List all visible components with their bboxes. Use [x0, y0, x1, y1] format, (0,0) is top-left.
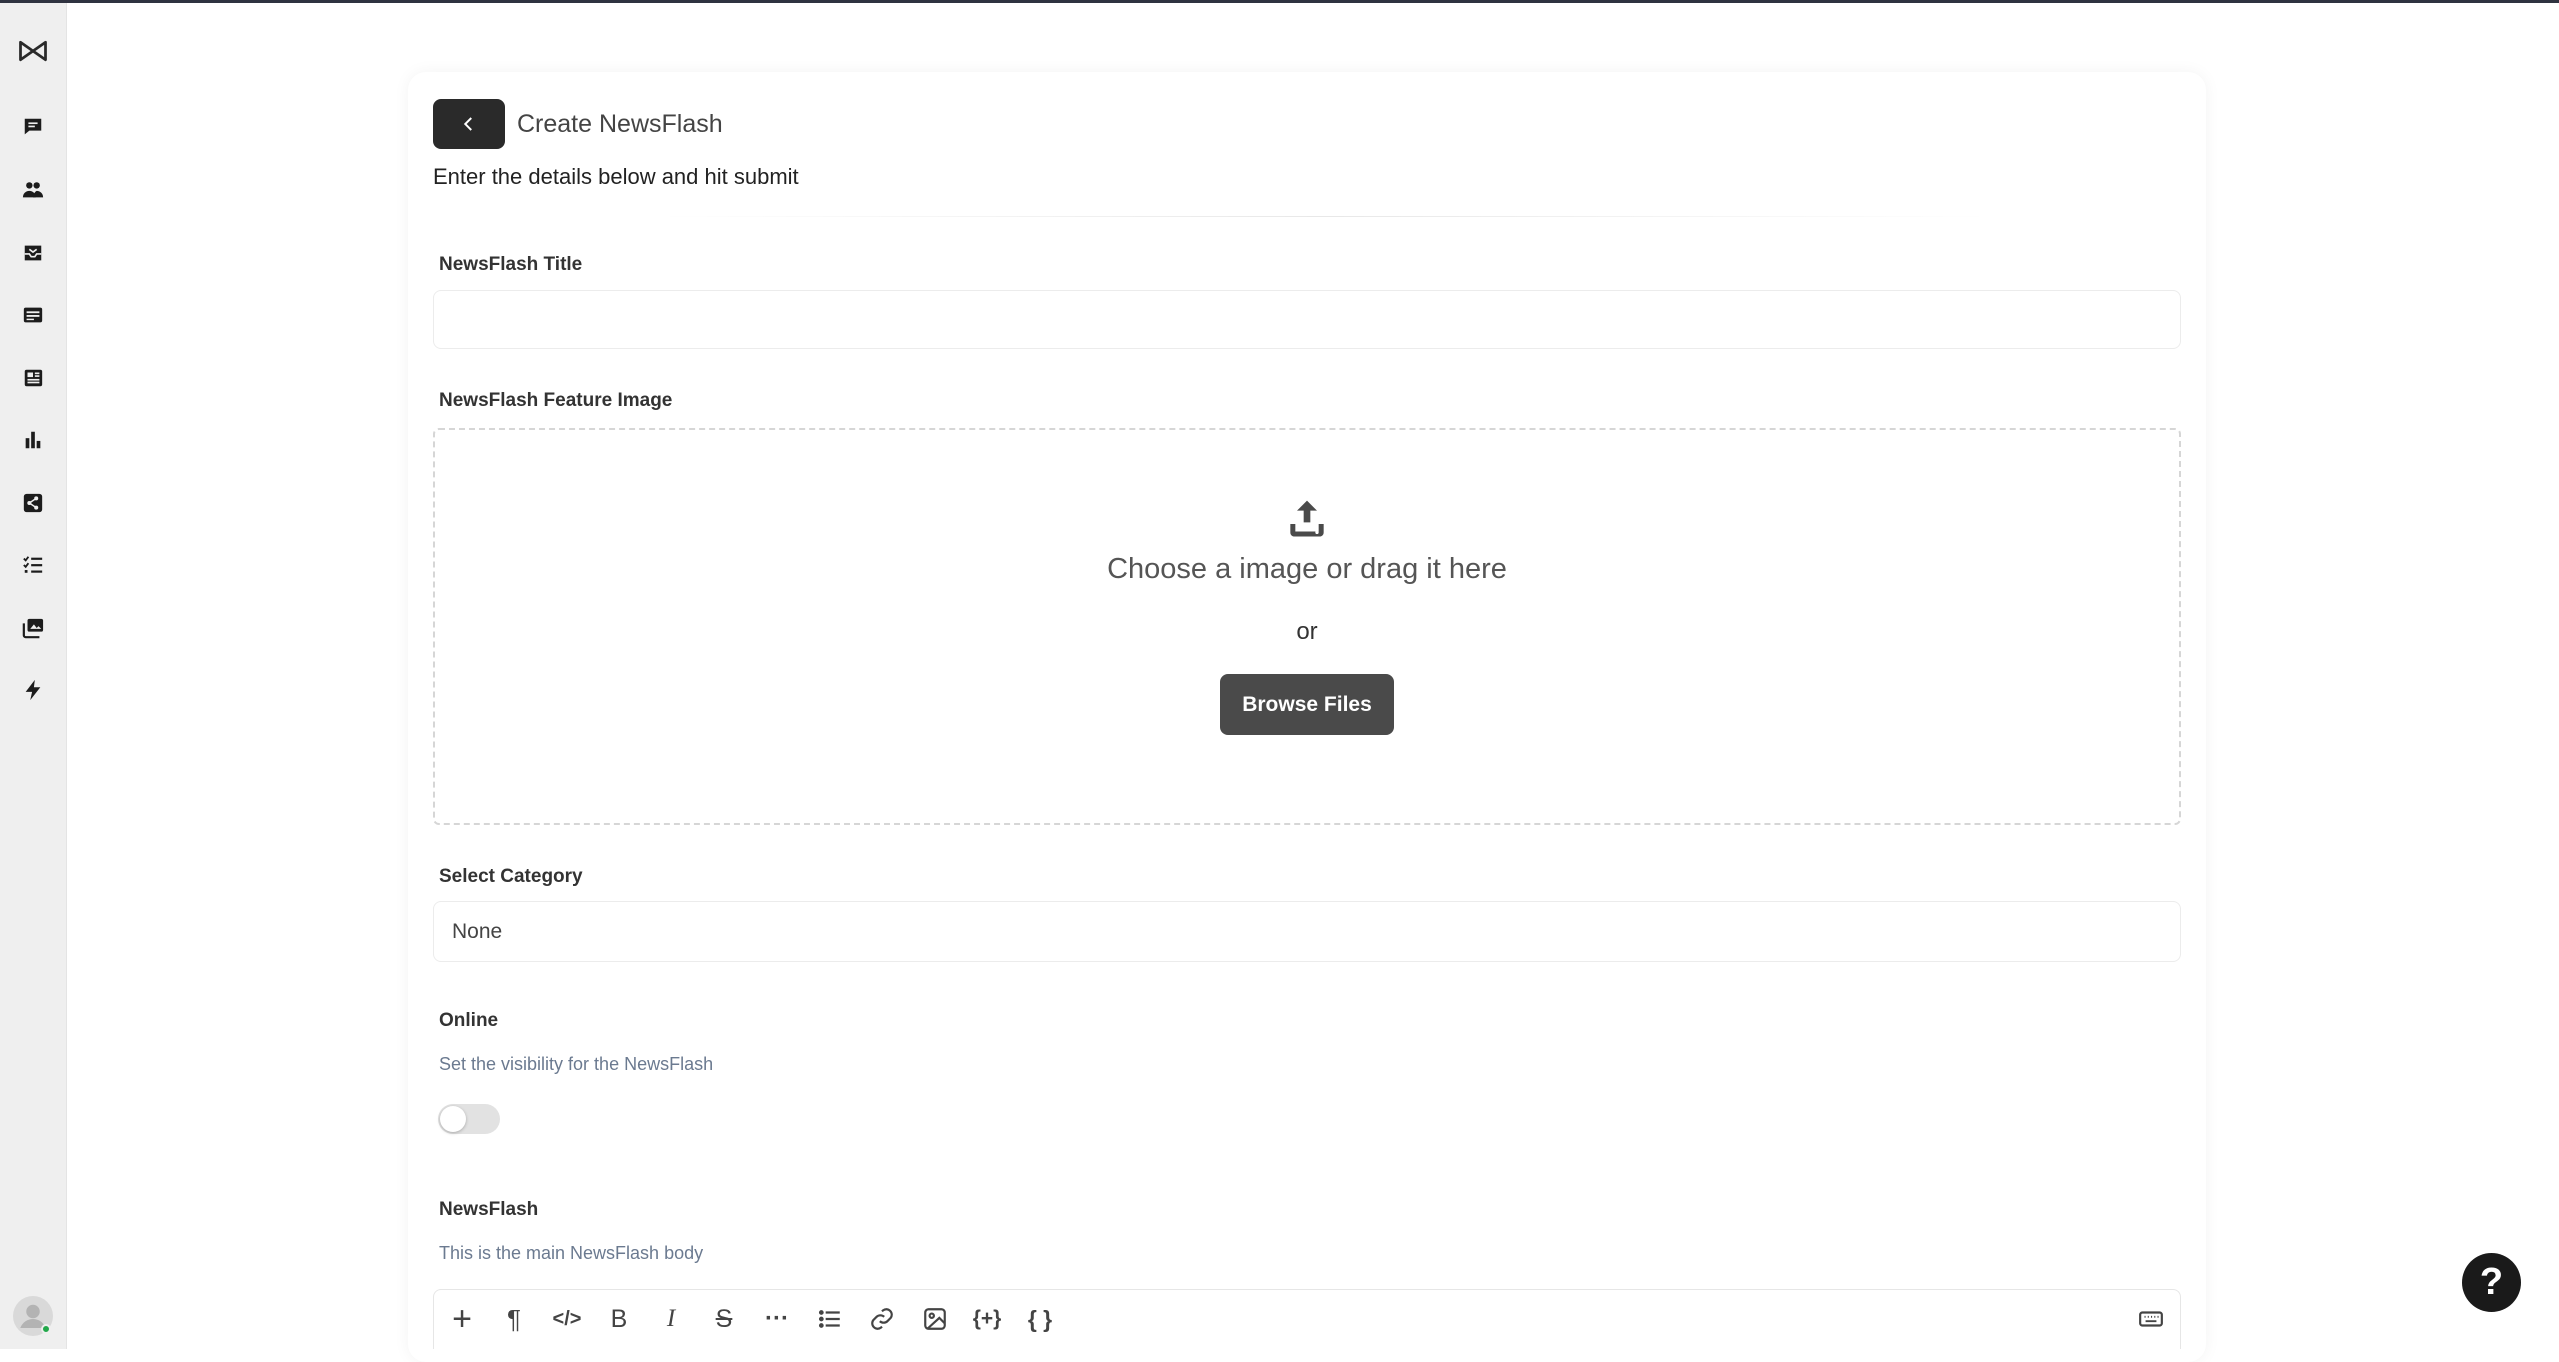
braces-icon[interactable]: { }: [1023, 1302, 1057, 1336]
add-block-icon[interactable]: +: [445, 1300, 479, 1338]
page-subtitle: Enter the details below and hit submit: [433, 164, 799, 189]
upload-icon: [1287, 499, 1327, 539]
users-icon[interactable]: [17, 174, 49, 206]
card-icon[interactable]: [17, 299, 49, 331]
divider: [660, 216, 1990, 217]
dropzone-title: Choose a image or drag it here: [1107, 553, 1507, 585]
online-toggle[interactable]: [438, 1104, 500, 1134]
top-border: [0, 0, 2559, 3]
back-button[interactable]: [433, 99, 505, 149]
dropzone-or: or: [1296, 618, 1318, 645]
gallery-icon[interactable]: [17, 612, 49, 644]
toggle-knob: [440, 1106, 466, 1132]
online-label: Online: [439, 1010, 499, 1031]
share-icon[interactable]: [17, 487, 49, 519]
image-icon[interactable]: [918, 1302, 952, 1336]
feature-image-label: NewsFlash Feature Image: [439, 390, 673, 411]
body-help-text: This is the main NewsFlash body: [439, 1243, 704, 1263]
sidebar: [0, 3, 67, 1349]
list-icon[interactable]: [813, 1302, 847, 1336]
category-selected-value: None: [452, 919, 503, 943]
body-label: NewsFlash: [439, 1199, 539, 1220]
code-icon[interactable]: </>: [550, 1302, 584, 1336]
browse-files-button[interactable]: Browse Files: [1220, 674, 1394, 735]
help-button[interactable]: ?: [2462, 1253, 2521, 1312]
page-title: Create NewsFlash: [517, 110, 723, 138]
online-status-dot: [41, 1324, 51, 1334]
logo-icon[interactable]: [17, 35, 49, 67]
paragraph-icon[interactable]: ¶: [497, 1302, 531, 1336]
checklist-icon[interactable]: [17, 549, 49, 581]
more-icon[interactable]: ···: [760, 1302, 794, 1336]
title-input[interactable]: [433, 290, 2181, 349]
category-label: Select Category: [439, 866, 583, 887]
italic-icon[interactable]: I: [654, 1302, 688, 1336]
title-label: NewsFlash Title: [439, 254, 583, 275]
editor-toolbar: [433, 1289, 2181, 1349]
chat-icon[interactable]: [17, 111, 49, 143]
chevron-left-icon: [463, 117, 472, 131]
link-icon[interactable]: [865, 1302, 899, 1336]
keyboard-icon[interactable]: [2134, 1302, 2168, 1336]
category-select[interactable]: None: [433, 901, 2181, 962]
newspaper-icon[interactable]: [17, 362, 49, 394]
bold-icon[interactable]: B: [602, 1302, 636, 1336]
inbox-icon[interactable]: [17, 237, 49, 269]
variable-icon[interactable]: {+}: [970, 1302, 1004, 1336]
avatar[interactable]: [13, 1296, 53, 1336]
bar-chart-icon[interactable]: [17, 424, 49, 456]
bolt-icon[interactable]: [17, 674, 49, 706]
online-help-text: Set the visibility for the NewsFlash: [439, 1054, 714, 1074]
strikethrough-icon[interactable]: S: [707, 1302, 741, 1336]
